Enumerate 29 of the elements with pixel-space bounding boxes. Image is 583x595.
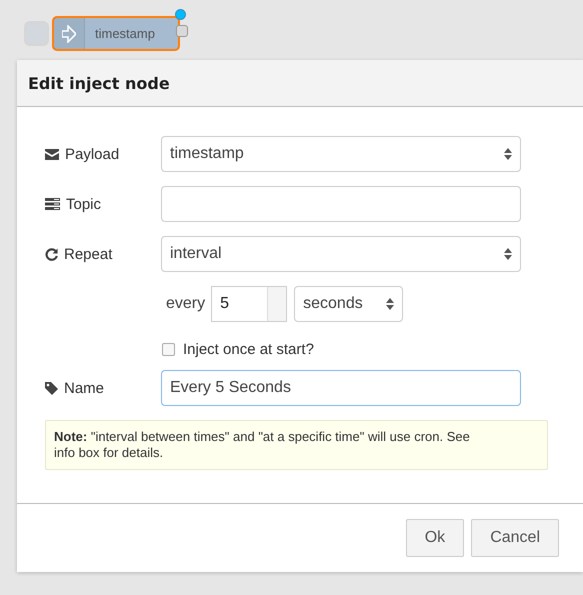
list-icon [45,198,60,210]
field-label: Topic [66,196,102,212]
dialog-title: Edit inject node [28,74,170,92]
tag-icon [45,382,58,394]
spinner-icon [386,298,394,310]
select-field[interactable]: timestamp [161,136,521,172]
flow-node[interactable]: timestamp [52,16,180,51]
unit-select[interactable]: seconds [294,286,404,322]
note-text: Note: "interval between times" and "at a specific time" will use cron. See info box for details. [45,420,548,470]
input-field[interactable] [161,186,521,222]
node-label: timestamp [94,26,155,41]
envelope-icon [45,148,59,160]
checkbox-label: Inject once at start? [183,340,314,358]
dialog-button[interactable]: Ok [406,519,464,557]
output-port[interactable] [176,25,188,37]
field-label: Repeat [64,246,112,262]
number-field[interactable]: 5 [211,286,288,322]
spinner-icon [504,148,512,160]
every-label: every [166,295,206,313]
select-field[interactable]: interval [161,236,521,272]
refresh-icon [45,248,58,260]
field-label: Name [64,380,104,396]
dialog-button[interactable]: Cancel [471,519,559,557]
checkbox[interactable] [162,342,175,356]
name-field[interactable]: Every 5 Seconds [161,370,521,406]
field-label: Payload [65,146,120,162]
arrow-icon [62,24,76,42]
spinner-icon [504,248,512,260]
changed-dot [175,9,186,20]
